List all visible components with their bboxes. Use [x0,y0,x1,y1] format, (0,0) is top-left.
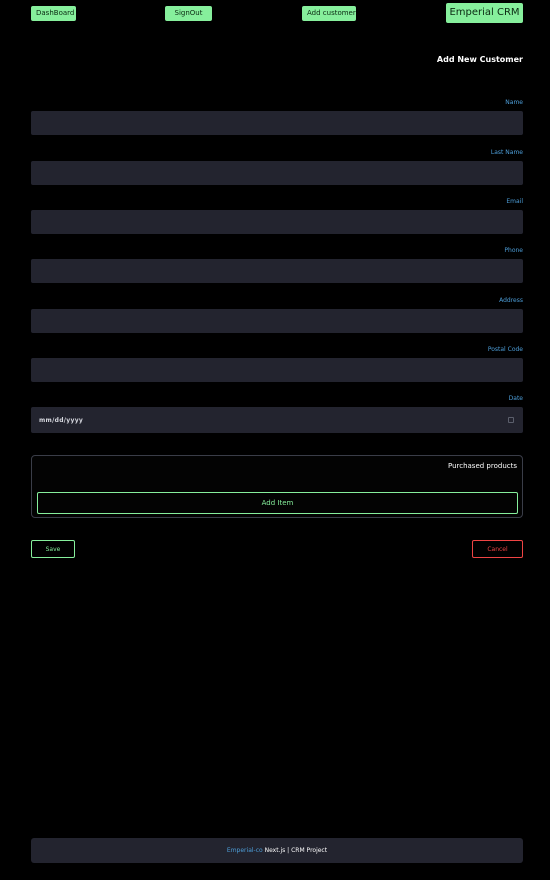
add-customer-button[interactable]: Add customer [302,6,356,21]
name-input[interactable] [31,111,523,135]
postal-code-label: Postal Code [487,346,523,353]
brand-logo[interactable]: Emperial CRM [446,3,523,23]
page-title: Add New Customer [436,55,523,64]
address-input[interactable] [31,309,523,333]
cancel-button[interactable]: Cancel [472,540,523,558]
phone-label: Phone [504,247,523,254]
name-label: Name [505,99,523,106]
signout-button[interactable]: SignOut [165,6,212,21]
purchased-products-panel: Purchased products Add Item [31,455,523,518]
save-button[interactable]: Save [31,540,75,558]
last-name-label: Last Name [490,149,523,156]
email-input[interactable] [31,210,523,234]
email-label: Email [506,198,523,205]
date-label: Date [508,395,523,402]
dashboard-button[interactable]: DashBoard [31,6,76,21]
date-placeholder: mm/dd/yyyy [39,417,84,424]
purchased-products-title: Purchased products [447,462,517,470]
date-input[interactable]: mm/dd/yyyy [31,407,523,433]
last-name-input[interactable] [31,161,523,185]
footer: Emperial-co Next.js | CRM Project [31,838,523,863]
add-item-button[interactable]: Add Item [37,492,518,514]
address-label: Address [499,297,523,304]
phone-input[interactable] [31,259,523,283]
footer-text: Next.js | CRM Project [264,847,328,854]
postal-code-input[interactable] [31,358,523,382]
footer-brand-link[interactable]: Emperial-co [227,847,263,854]
calendar-icon[interactable] [508,417,514,423]
